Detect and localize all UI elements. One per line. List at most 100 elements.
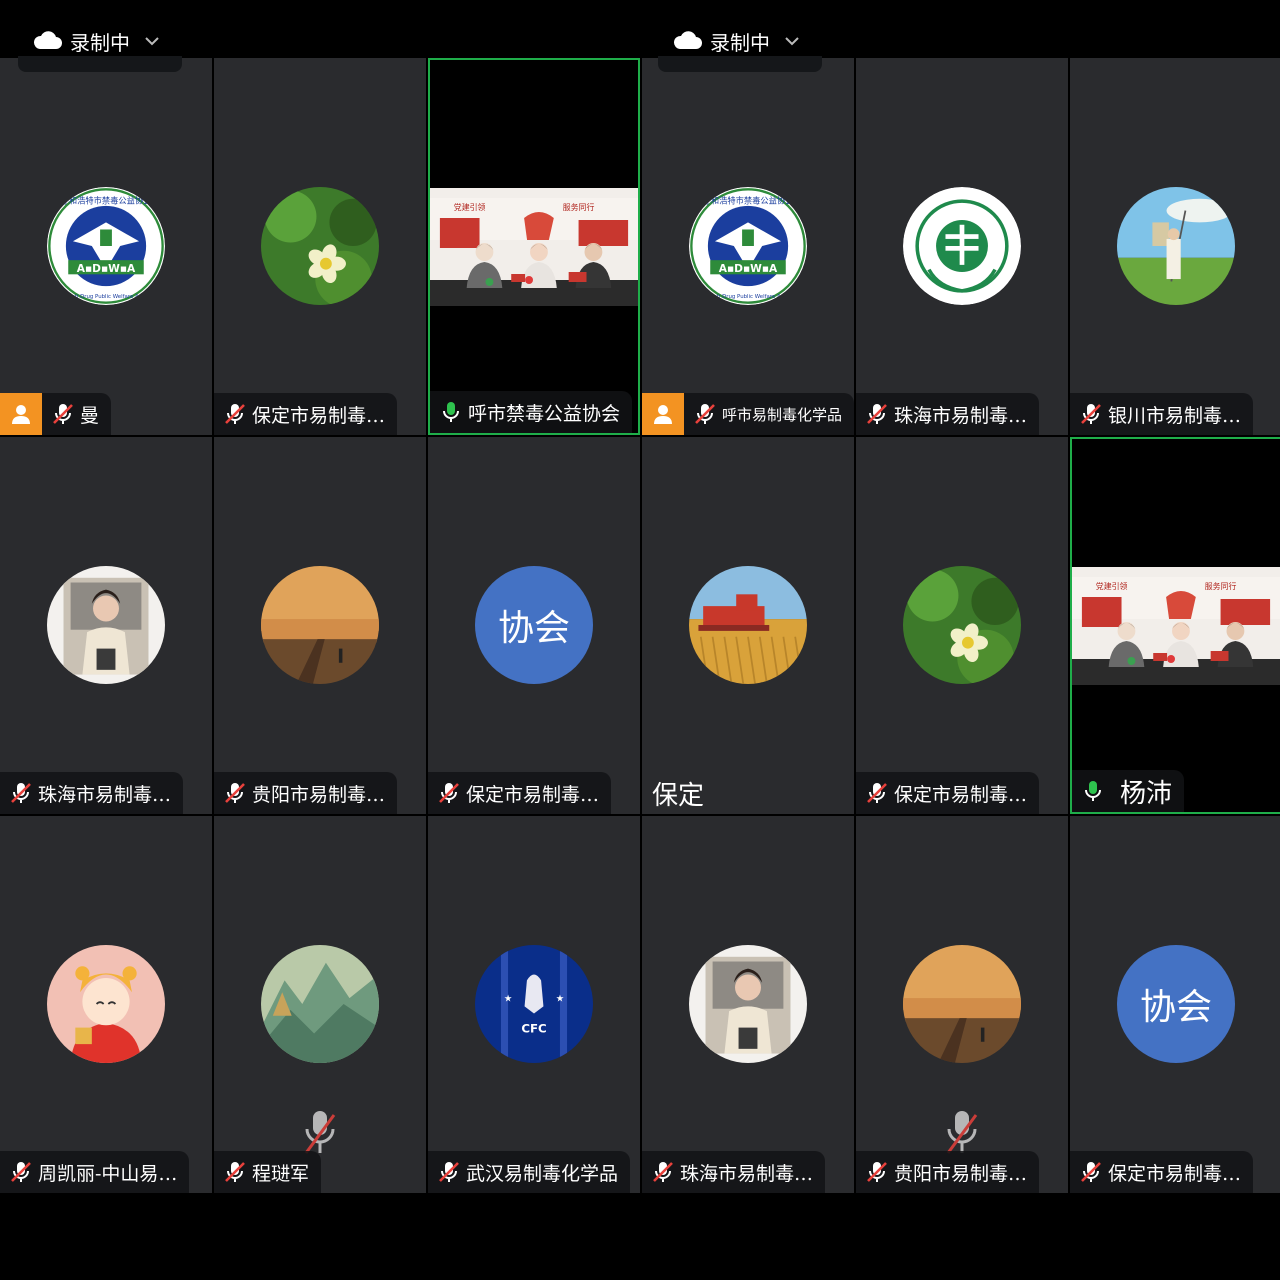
svg-text:★: ★ [556, 994, 564, 1005]
participant-nameplate: 珠海市易制毒… [0, 772, 184, 814]
green-flower-photo [261, 187, 379, 305]
recording-indicator[interactable]: 录制中 [32, 26, 160, 56]
participant-nameplate: 银川市易制毒… [1070, 393, 1254, 435]
avatar [261, 566, 379, 684]
mic-muted-icon [439, 1162, 459, 1182]
participant-name: 保定 [652, 780, 705, 811]
participant-tile[interactable]: 党建引领 服务同行杨沛 [1070, 437, 1280, 814]
participant-nameplate: 贵阳市易制毒… [214, 772, 398, 814]
avatar: A▪D▪W▪A 呼和浩特市禁毒公益协会 Hohhot Anti Drug Publi… [47, 187, 165, 305]
mic-muted-icon [225, 404, 245, 424]
svg-text:A▪D▪W▪A: A▪D▪W▪A [719, 262, 778, 275]
participant-name: 贵阳市易制毒… [252, 783, 386, 806]
participant-tile[interactable]: 贵阳市易制毒… [214, 437, 426, 814]
avatar [903, 187, 1021, 305]
mic-muted-icon [1081, 1162, 1101, 1182]
participant-nameplate: 保定 [642, 772, 716, 814]
participant-tile[interactable]: 保定市易制毒… [856, 437, 1068, 814]
hohhot-anti-drug-logo: A▪D▪W▪A 呼和浩特市禁毒公益协会 Hohhot Anti Drug Publi… [47, 187, 165, 305]
mic-muted-icon [653, 1162, 673, 1182]
participant-tile[interactable]: 党建引领 服务同行呼市禁毒公益协会 [428, 58, 640, 435]
mic-muted-icon [867, 783, 887, 803]
participant-nameplate: 保定市易制毒… [214, 393, 398, 435]
participant-tile[interactable]: 协会 保定市易制毒… [1070, 816, 1280, 1193]
recording-indicator[interactable]: 录制中 [672, 26, 800, 56]
svg-text:党建引领: 党建引领 [1096, 581, 1128, 591]
participant-name: 曼 [80, 404, 100, 427]
participant-tile[interactable]: 周凯丽-中山易… [0, 816, 212, 1193]
participant-nameplate: 武汉易制毒化学品 [428, 1151, 631, 1193]
avatar [689, 945, 807, 1063]
participant-tile[interactable]: A▪D▪W▪A 呼和浩特市禁毒公益协会 Hohhot Anti Drug Publi… [642, 58, 854, 435]
landscape-painting [261, 945, 379, 1063]
chevron-down-icon [145, 37, 159, 46]
tiger-girl-illustration [47, 945, 165, 1063]
participant-name: 保定市易制毒… [1108, 1162, 1242, 1185]
participant-nameplate: 曼 [0, 393, 112, 435]
avatar [689, 566, 807, 684]
svg-text:A▪D▪W▪A: A▪D▪W▪A [77, 262, 136, 275]
participant-nameplate: 呼市易制毒化学品 [642, 393, 854, 435]
participant-tile[interactable]: 珠海市易制毒… [856, 58, 1068, 435]
participant-name: 武汉易制毒化学品 [466, 1162, 619, 1185]
participant-tile[interactable]: 保定市易制毒… [214, 58, 426, 435]
participant-nameplate: 程琎军 [214, 1151, 322, 1193]
green-flower-photo [903, 566, 1021, 684]
participant-nameplate: 保定市易制毒… [428, 772, 612, 814]
svg-text:服务同行: 服务同行 [1205, 581, 1237, 591]
avatar: ★ ★ CFC [475, 945, 593, 1063]
recording-label: 录制中 [710, 30, 770, 55]
svg-text:呼和浩特市禁毒公益协会: 呼和浩特市禁毒公益协会 [61, 196, 152, 206]
meeting-video-feed: 党建引领 服务同行 [1072, 567, 1280, 685]
mic-muted-icon [11, 1162, 31, 1182]
participant-tile[interactable]: 银川市易制毒… [1070, 58, 1280, 435]
mic-active-icon [1085, 781, 1101, 801]
participant-name: 保定市易制毒… [894, 783, 1028, 806]
participant-tile[interactable]: ★ ★ CFC 武汉易制毒化学品 [428, 816, 640, 1193]
avatar: 协会 [475, 566, 593, 684]
host-user-icon [642, 393, 684, 435]
svg-text:Hohhot Anti Drug Public Welfar: Hohhot Anti Drug Public Welfare Associat… [689, 294, 807, 300]
participant-name: 珠海市易制毒… [38, 783, 172, 806]
participant-tile[interactable]: 珠海市易制毒… [642, 816, 854, 1193]
cfc-badge: ★ ★ CFC [475, 945, 593, 1063]
avatar [903, 566, 1021, 684]
participant-tile[interactable]: A▪D▪W▪A 呼和浩特市禁毒公益协会 Hohhot Anti Drug Publi… [0, 58, 212, 435]
recording-tab [18, 56, 182, 72]
participant-name: 保定市易制毒… [466, 783, 600, 806]
participant-tile[interactable]: 协会保定市易制毒… [428, 437, 640, 814]
portrait-photo [689, 945, 807, 1063]
video-feed-container: 党建引领 服务同行 [1072, 567, 1280, 685]
participant-tile[interactable]: 珠海市易制毒… [0, 437, 212, 814]
svg-text:★: ★ [504, 994, 512, 1005]
participant-tile[interactable]: 贵阳市易制毒… [856, 816, 1068, 1193]
participant-name: 程琎军 [252, 1162, 310, 1185]
cloud-icon [33, 31, 62, 49]
svg-text:呼和浩特市禁毒公益协会: 呼和浩特市禁毒公益协会 [703, 196, 794, 206]
svg-text:CFC: CFC [521, 1021, 546, 1035]
video-feed-container: 党建引领 服务同行 [430, 188, 638, 306]
meeting-video-feed: 党建引领 服务同行 [430, 188, 638, 306]
participant-name: 杨沛 [1120, 778, 1173, 809]
top-bar: 录制中 录制中 [0, 0, 1280, 58]
harvester-photo [689, 566, 807, 684]
sunset-photo [903, 945, 1021, 1063]
participant-tile[interactable]: 保定 [642, 437, 854, 814]
participant-nameplate: 保定市易制毒… [1070, 1151, 1254, 1193]
participant-name: 珠海市易制毒… [894, 404, 1028, 427]
hohhot-anti-drug-logo: A▪D▪W▪A 呼和浩特市禁毒公益协会 Hohhot Anti Drug Publi… [689, 187, 807, 305]
participant-nameplate: 呼市禁毒公益协会 [430, 391, 633, 433]
mic-active-icon [443, 402, 459, 422]
mic-muted-icon [225, 783, 245, 803]
avatar [903, 945, 1021, 1063]
participant-grid: A▪D▪W▪A 呼和浩特市禁毒公益协会 Hohhot Anti Drug Publi… [0, 58, 1280, 1195]
avatar [47, 566, 165, 684]
participant-name: 呼市禁毒公益协会 [468, 402, 621, 425]
sunset-photo [261, 566, 379, 684]
participant-tile[interactable]: 程琎军 [214, 816, 426, 1193]
participant-nameplate: 周凯丽-中山易… [0, 1151, 190, 1193]
participant-nameplate: 杨沛 [1072, 770, 1185, 812]
participant-nameplate: 贵阳市易制毒… [856, 1151, 1040, 1193]
mic-muted-icon [867, 1162, 887, 1182]
cloud-icon [673, 31, 702, 49]
